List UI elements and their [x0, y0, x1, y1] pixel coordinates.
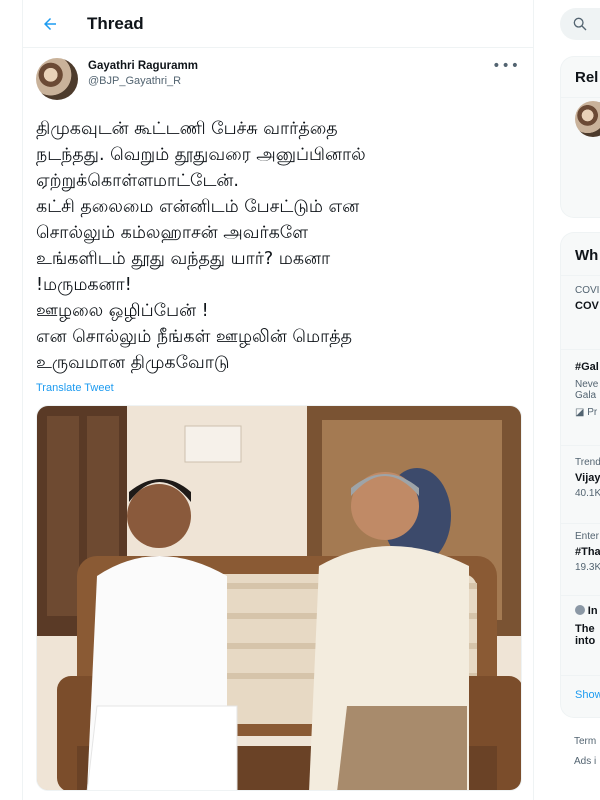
trend-item[interactable]: Enter #Tha 19.3K [575, 531, 600, 573]
promoted-icon: ◪ [575, 407, 588, 418]
trend-title: #Gal [575, 361, 599, 373]
trend-description: Gala [575, 390, 597, 401]
promoted-text: Pr [587, 407, 598, 418]
author-name[interactable]: Gayathri Raguramm [88, 60, 198, 72]
tweet-text: திமுகவுடன் கூட்டணி பேச்சு வார்த்தை நடந்த… [36, 119, 366, 373]
promoted-label: ◪ Pr [575, 407, 599, 418]
divider [561, 595, 600, 596]
news-source-name: In [587, 605, 598, 617]
translate-tweet-link[interactable]: Translate Tweet [36, 382, 114, 394]
tweet-author-row: Gayathri Raguramm @BJP_Gayathri_R [36, 56, 520, 106]
trend-title: COV [575, 300, 599, 312]
trend-item[interactable]: #Gal Neve Gala ◪ Pr [575, 361, 599, 418]
right-sidebar: Rel Wh COVI COV #Gal Neve Gala ◪ Pr Tren… [534, 0, 600, 800]
trend-title: The [575, 623, 595, 635]
trend-item[interactable]: Trend Vijay 40.1K [575, 457, 600, 499]
divider [561, 523, 600, 524]
tweet: Gayathri Raguramm @BJP_Gayathri_R ••• தி… [23, 48, 533, 791]
trend-count: 19.3K [575, 562, 600, 573]
tweet-photo[interactable] [36, 405, 522, 791]
trend-count: 40.1K [575, 488, 600, 499]
divider [561, 349, 600, 350]
trend-item[interactable]: In The into [575, 605, 598, 647]
back-button[interactable] [39, 13, 61, 35]
footer-ads-link[interactable]: Ads i [574, 756, 596, 767]
trend-item[interactable]: COVI COV [575, 285, 599, 312]
show-more-link[interactable]: Show [575, 689, 600, 701]
divider [561, 275, 600, 276]
news-source: In [575, 605, 598, 617]
back-arrow-icon [44, 17, 56, 30]
trend-title: Vijay [575, 472, 600, 484]
trends-panel: Wh COVI COV #Gal Neve Gala ◪ Pr Trend Vi… [560, 232, 600, 718]
trend-category: COVI [575, 285, 600, 296]
thread-header: Thread [23, 0, 533, 48]
relevant-people-title: Rel [575, 69, 599, 86]
relevant-people-panel: Rel [560, 56, 600, 218]
page-title: Thread [87, 13, 144, 33]
trend-category: Enter [575, 531, 599, 542]
divider [561, 445, 600, 446]
divider [561, 97, 600, 98]
trend-description: Neve [575, 379, 599, 390]
divider [561, 675, 600, 676]
main-column: Thread Gayathri Raguramm @BJP_Gayathri_R… [22, 0, 534, 800]
trend-category: Trend [575, 457, 600, 468]
relevant-person-avatar[interactable] [575, 101, 600, 137]
news-source-icon [575, 605, 585, 615]
search-icon [573, 17, 587, 31]
photo-two-men-seated-illustration [37, 406, 521, 790]
search-input[interactable] [560, 8, 600, 40]
author-handle[interactable]: @BJP_Gayathri_R [88, 75, 198, 87]
author-avatar[interactable] [36, 58, 78, 100]
footer-terms-link[interactable]: Term [574, 736, 596, 747]
author-info: Gayathri Raguramm @BJP_Gayathri_R [88, 60, 198, 87]
more-options-icon[interactable]: ••• [492, 58, 520, 74]
left-gutter [0, 0, 22, 800]
trend-title: #Tha [575, 546, 600, 558]
trends-title: Wh [575, 247, 599, 264]
trend-description: into [575, 635, 596, 647]
